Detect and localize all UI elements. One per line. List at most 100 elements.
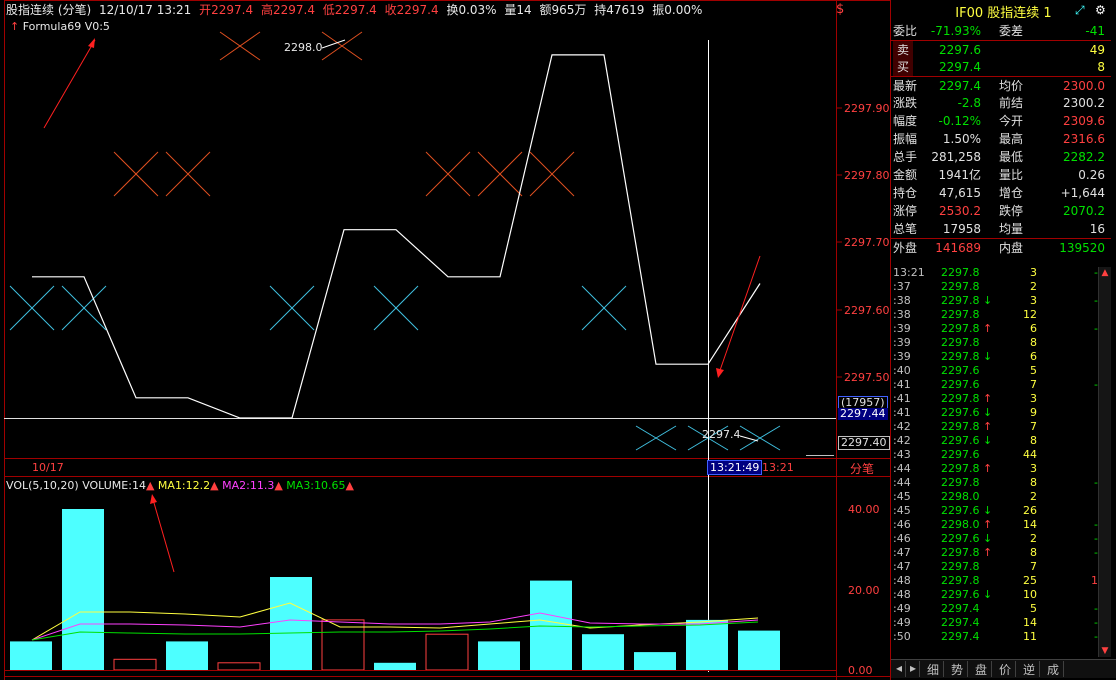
arrow-head-icon <box>716 368 724 378</box>
quote-label-2: 均量 <box>999 222 1024 236</box>
tick-direction-icon: ↓ <box>983 434 993 447</box>
tick-volume: 11 <box>1023 630 1037 643</box>
ma2-line <box>31 612 759 641</box>
tick-row: :392297.8↑6-1 <box>891 322 1111 336</box>
chart-toggle-icon[interactable]: ⤢ <box>1075 3 1085 18</box>
quote-value-2: 2300.0 <box>1063 79 1105 93</box>
tick-direction-icon: ↑ <box>983 392 993 405</box>
volume-bar <box>686 619 728 670</box>
x-cursor-time: 13:21:49 <box>707 460 763 475</box>
volume-tick-label: 20.00 <box>848 584 880 597</box>
tick-direction-icon: ↓ <box>983 350 993 363</box>
tick-price: 2298.0 <box>941 490 980 503</box>
tick-time: :42 <box>893 420 911 433</box>
volume-bar <box>62 509 104 670</box>
volume-bar <box>634 652 676 670</box>
tick-volume: 3 <box>1030 462 1037 475</box>
quote-row: 持仓 47,615 增仓 +1,644 <box>891 184 1111 202</box>
tick-direction-icon: ↑ <box>983 322 993 335</box>
tick-direction-icon: ↓ <box>983 532 993 545</box>
volume-bar <box>478 641 520 670</box>
tick-direction-icon: ↑ <box>983 462 993 475</box>
tick-price: 2297.8 <box>941 294 980 307</box>
quote-label: 卖 <box>893 41 913 59</box>
quote-panel: IF00 股指连续 1 ⤢ ⚙ 委比 -71.93% 委差 -41 卖 2297.6 49 买… <box>891 0 1116 680</box>
annotation-low: 2297.4 <box>702 428 741 441</box>
quote-value: 281,258 <box>931 150 981 164</box>
x-mark-pattern <box>9 31 781 451</box>
quote-value-2: 0.26 <box>1078 168 1105 182</box>
scroll-down-icon[interactable]: ▼ <box>1100 645 1110 657</box>
tick-direction-icon: ↓ <box>983 294 993 307</box>
tab-4[interactable]: 逆 <box>1019 661 1040 677</box>
quote-value: -2.8 <box>957 96 981 110</box>
tick-direction-icon: ↓ <box>983 588 993 601</box>
tab-3[interactable]: 价 <box>995 661 1016 677</box>
quote-label: 持仓 <box>893 186 918 200</box>
tab-1[interactable]: 势 <box>947 661 968 677</box>
tick-row: :412297.6↓96 <box>891 406 1111 420</box>
tick-row: 13:212297.83-1 <box>891 266 1111 280</box>
tick-volume: 2 <box>1030 280 1037 293</box>
marker-icon: ▲ <box>210 479 219 492</box>
quote-label-2: 最高 <box>999 132 1024 146</box>
quote-value-2: 16 <box>1089 222 1105 236</box>
quote-label: 总笔 <box>893 222 918 236</box>
tick-price: 2297.8 <box>941 392 980 405</box>
panel-tabs: ◂ ▸ 细势盘价逆成 <box>891 659 1116 678</box>
quote-label: 幅度 <box>893 114 918 128</box>
tick-row: :392297.8↓63 <box>891 350 1111 364</box>
tab-next-arrow[interactable]: ▸ <box>907 661 920 677</box>
volume-tick-label: 40.00 <box>848 503 880 516</box>
tick-time: :45 <box>893 504 911 517</box>
tick-time: :48 <box>893 574 911 587</box>
volume-tick-label: 0.00 <box>848 664 873 677</box>
quote-row: 金额 1941亿 量比 0.26 <box>891 166 1111 184</box>
quote-label-2: 最低 <box>999 150 1024 164</box>
tick-row: :412297.67-1 <box>891 378 1111 392</box>
ma2-value: MA2:11.3 <box>222 479 275 492</box>
arrow-head-icon <box>88 38 95 48</box>
quote-label-2: 增仓 <box>999 186 1024 200</box>
annotation-high: 2298.0 <box>284 41 323 54</box>
tick-list-scrollbar[interactable]: ▲ ▼ <box>1098 267 1111 657</box>
tick-time: :38 <box>893 308 911 321</box>
tick-volume: 12 <box>1023 308 1037 321</box>
quote-row: 幅度 -0.12% 今开 2309.6 <box>891 112 1111 130</box>
tick-time: :42 <box>893 434 911 447</box>
quote-value-2: 2282.2 <box>1063 150 1105 164</box>
tick-price: 2297.8 <box>941 336 980 349</box>
volume-bars <box>10 509 780 671</box>
tick-price: 2297.6 <box>941 364 980 377</box>
tick-row: :382297.8123 <box>891 308 1111 322</box>
volume-bar <box>217 662 261 671</box>
tab-prev-arrow[interactable]: ◂ <box>893 661 906 677</box>
chart-canvas[interactable]: 2297.90 2297.80 2297.70 2297.60 2297.50 40.0… <box>0 0 891 680</box>
tick-price: 2297.8 <box>941 476 980 489</box>
tab-2[interactable]: 盘 <box>971 661 992 677</box>
period-button[interactable]: 分笔 <box>850 460 874 477</box>
tick-price: 2297.6 <box>941 434 980 447</box>
settings-icon[interactable]: ⚙ <box>1095 3 1106 17</box>
price-tick-label: 2297.90 <box>844 102 890 115</box>
quote-label: 总手 <box>893 150 918 164</box>
annotation-arrow-1 <box>43 39 96 129</box>
quote-label-2: 委差 <box>999 24 1024 38</box>
tick-price: 2297.8 <box>941 546 980 559</box>
quote-value: 2297.6 <box>939 43 981 57</box>
quote-row: 买 2297.4 8 <box>891 58 1111 76</box>
tab-0[interactable]: 细 <box>923 661 944 677</box>
scroll-up-icon[interactable]: ▲ <box>1100 267 1110 279</box>
volume-axis: 40.00 20.00 0.00 <box>848 503 880 677</box>
volume-bar <box>270 577 312 670</box>
tick-time: :44 <box>893 476 911 489</box>
tick-time: :38 <box>893 294 911 307</box>
quote-value: 1941亿 <box>938 168 981 182</box>
tick-volume: 2 <box>1030 532 1037 545</box>
quote-value-2: 139520 <box>1059 241 1105 255</box>
tick-row: :382297.8↓3-1 <box>891 294 1111 308</box>
x-label-date: 10/17 <box>32 461 64 474</box>
quote-row: 总笔 17958 均量 16 <box>891 220 1111 238</box>
tab-5[interactable]: 成 <box>1043 661 1064 677</box>
tick-volume: 3 <box>1030 266 1037 279</box>
